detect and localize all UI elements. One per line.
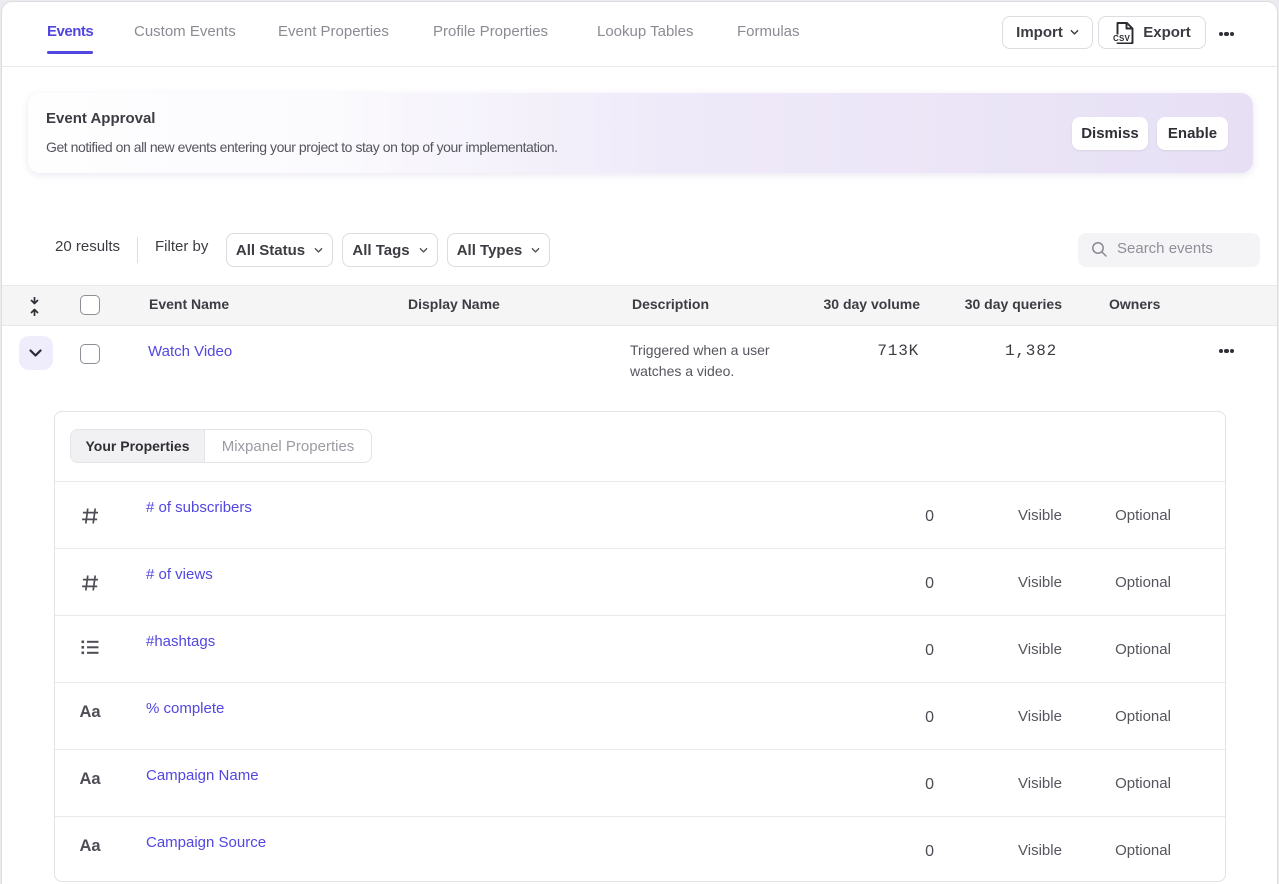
svg-text:CSV: CSV [1113, 34, 1131, 43]
